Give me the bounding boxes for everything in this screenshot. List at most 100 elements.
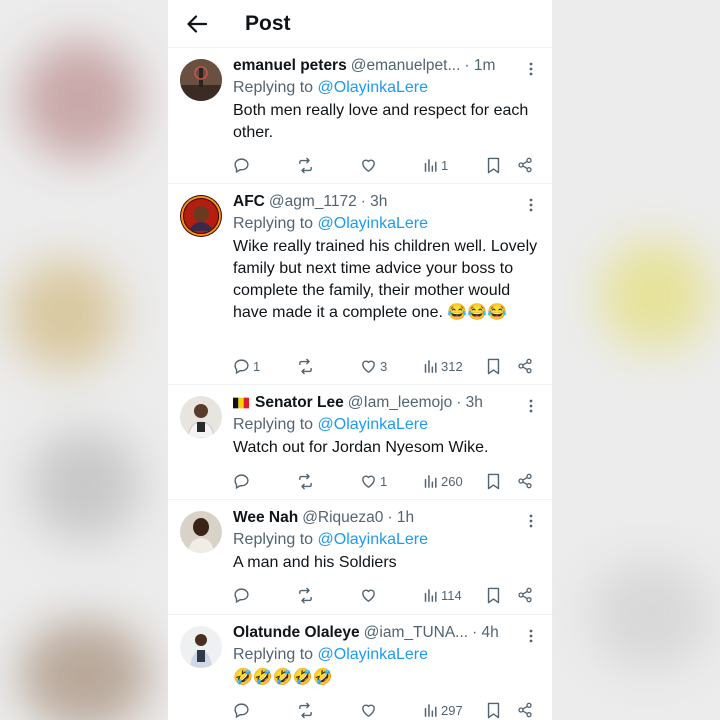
avatar[interactable]: [180, 195, 222, 237]
bg-blob: [600, 240, 710, 350]
author-handle[interactable]: @Iam_leemojo: [348, 394, 452, 412]
avatar[interactable]: [180, 59, 222, 101]
repost-button[interactable]: [297, 471, 317, 491]
more-button[interactable]: [521, 513, 541, 529]
reply-button[interactable]: [233, 155, 253, 175]
repost-button[interactable]: [297, 155, 317, 175]
tweet-text: Wike really trained his children well. L…: [233, 238, 538, 321]
reply-button[interactable]: [233, 471, 253, 491]
back-arrow-icon: [187, 14, 207, 33]
views-button[interactable]: 297: [423, 700, 463, 720]
like-icon: [362, 360, 375, 373]
views-icon: [424, 158, 437, 172]
timestamp[interactable]: · 3h: [361, 193, 388, 211]
replying-to-link[interactable]: @OlayinkaLere: [318, 531, 429, 548]
page-title: Post: [245, 11, 291, 35]
repost-button[interactable]: [297, 356, 317, 376]
author-name[interactable]: AFC: [233, 193, 265, 211]
repost-icon: [299, 473, 312, 489]
share-icon: [518, 702, 532, 718]
author-handle[interactable]: @agm_1172: [269, 193, 357, 211]
share-button[interactable]: [517, 700, 533, 720]
repost-button[interactable]: [297, 700, 317, 720]
reply-icon: [234, 587, 249, 603]
replying-to: Replying to @OlayinkaLere: [233, 213, 541, 236]
replying-label: Replying to: [233, 531, 314, 548]
author-handle[interactable]: @Riqueza0: [302, 509, 383, 527]
bookmark-icon: [487, 358, 500, 374]
author-name[interactable]: emanuel peters: [233, 57, 347, 75]
replying-label: Replying to: [233, 215, 314, 232]
reply-tweet[interactable]: emanuel peters @emanuelpet... · 1m Reply…: [168, 49, 552, 184]
author-name[interactable]: Senator Lee: [255, 394, 344, 412]
post-thread-panel: Post emanuel peters @emanuelpet... · 1m …: [168, 0, 552, 720]
timestamp[interactable]: · 4h: [472, 624, 499, 642]
author-handle[interactable]: @emanuelpet...: [351, 57, 461, 75]
bookmark-button[interactable]: [486, 471, 501, 491]
replying-to: Replying to @OlayinkaLere: [233, 414, 541, 437]
repost-button[interactable]: [297, 585, 317, 605]
views-icon: [424, 703, 437, 717]
replying-to-link[interactable]: @OlayinkaLere: [318, 79, 429, 96]
like-button[interactable]: [360, 155, 380, 175]
reply-tweet[interactable]: Olatunde Olaleye @iam_TUNA... · 4h Reply…: [168, 616, 552, 720]
share-button[interactable]: [517, 585, 533, 605]
avatar[interactable]: [180, 396, 222, 438]
avatar[interactable]: [180, 511, 222, 553]
timestamp[interactable]: · 3h: [456, 394, 483, 412]
replying-to: Replying to @OlayinkaLere: [233, 529, 541, 552]
repost-icon: [299, 702, 312, 718]
tweet-text: Both men really love and respect for eac…: [233, 102, 529, 141]
bookmark-button[interactable]: [486, 356, 501, 376]
share-button[interactable]: [517, 356, 533, 376]
replying-to: Replying to @OlayinkaLere: [233, 77, 541, 100]
replying-label: Replying to: [233, 646, 314, 663]
back-button[interactable]: [185, 12, 209, 36]
replying-to-link[interactable]: @OlayinkaLere: [318, 215, 429, 232]
like-button[interactable]: [360, 700, 380, 720]
like-button[interactable]: [360, 585, 380, 605]
view-count: 1: [441, 157, 449, 173]
share-button[interactable]: [517, 155, 533, 175]
bookmark-button[interactable]: [486, 155, 501, 175]
more-button[interactable]: [521, 628, 541, 644]
views-button[interactable]: 312: [423, 356, 463, 376]
bookmark-button[interactable]: [486, 585, 501, 605]
like-button[interactable]: 3: [360, 356, 387, 376]
avatar[interactable]: [180, 626, 222, 668]
views-button[interactable]: 1: [423, 155, 448, 175]
replying-to-link[interactable]: @OlayinkaLere: [318, 416, 429, 433]
replying-label: Replying to: [233, 416, 314, 433]
views-icon: [424, 474, 437, 488]
reply-icon: [234, 358, 249, 374]
action-bar: 297: [233, 700, 541, 720]
more-button[interactable]: [521, 61, 541, 77]
action-bar: 114: [233, 585, 541, 605]
timestamp[interactable]: · 1m: [464, 57, 495, 75]
views-icon: [424, 359, 437, 373]
author-handle[interactable]: @iam_TUNA...: [364, 624, 468, 642]
timestamp[interactable]: · 1h: [387, 509, 414, 527]
reply-tweet[interactable]: AFC @agm_1172 · 3h Replying to @Olayinka…: [168, 185, 552, 385]
author-name[interactable]: Olatunde Olaleye: [233, 624, 360, 642]
replying-to-link[interactable]: @OlayinkaLere: [318, 646, 429, 663]
bg-blob: [10, 260, 120, 370]
reply-tweet[interactable]: Wee Nah @Riqueza0 · 1h Replying to @Olay…: [168, 501, 552, 615]
reply-button[interactable]: [233, 585, 253, 605]
bookmark-button[interactable]: [486, 700, 501, 720]
views-icon: [424, 588, 437, 602]
reply-icon: [234, 702, 249, 718]
views-button[interactable]: 260: [423, 471, 463, 491]
more-button[interactable]: [521, 398, 541, 414]
replying-label: Replying to: [233, 79, 314, 96]
more-button[interactable]: [521, 197, 541, 213]
like-count: 1: [380, 473, 388, 489]
reply-button[interactable]: 1: [233, 356, 260, 376]
reply-button[interactable]: [233, 700, 253, 720]
like-button[interactable]: 1: [360, 471, 387, 491]
views-button[interactable]: 114: [423, 585, 462, 605]
bookmark-icon: [487, 587, 500, 603]
share-button[interactable]: [517, 471, 533, 491]
reply-tweet[interactable]: Senator Lee @Iam_leemojo · 3h Replying t…: [168, 386, 552, 500]
author-name[interactable]: Wee Nah: [233, 509, 298, 527]
